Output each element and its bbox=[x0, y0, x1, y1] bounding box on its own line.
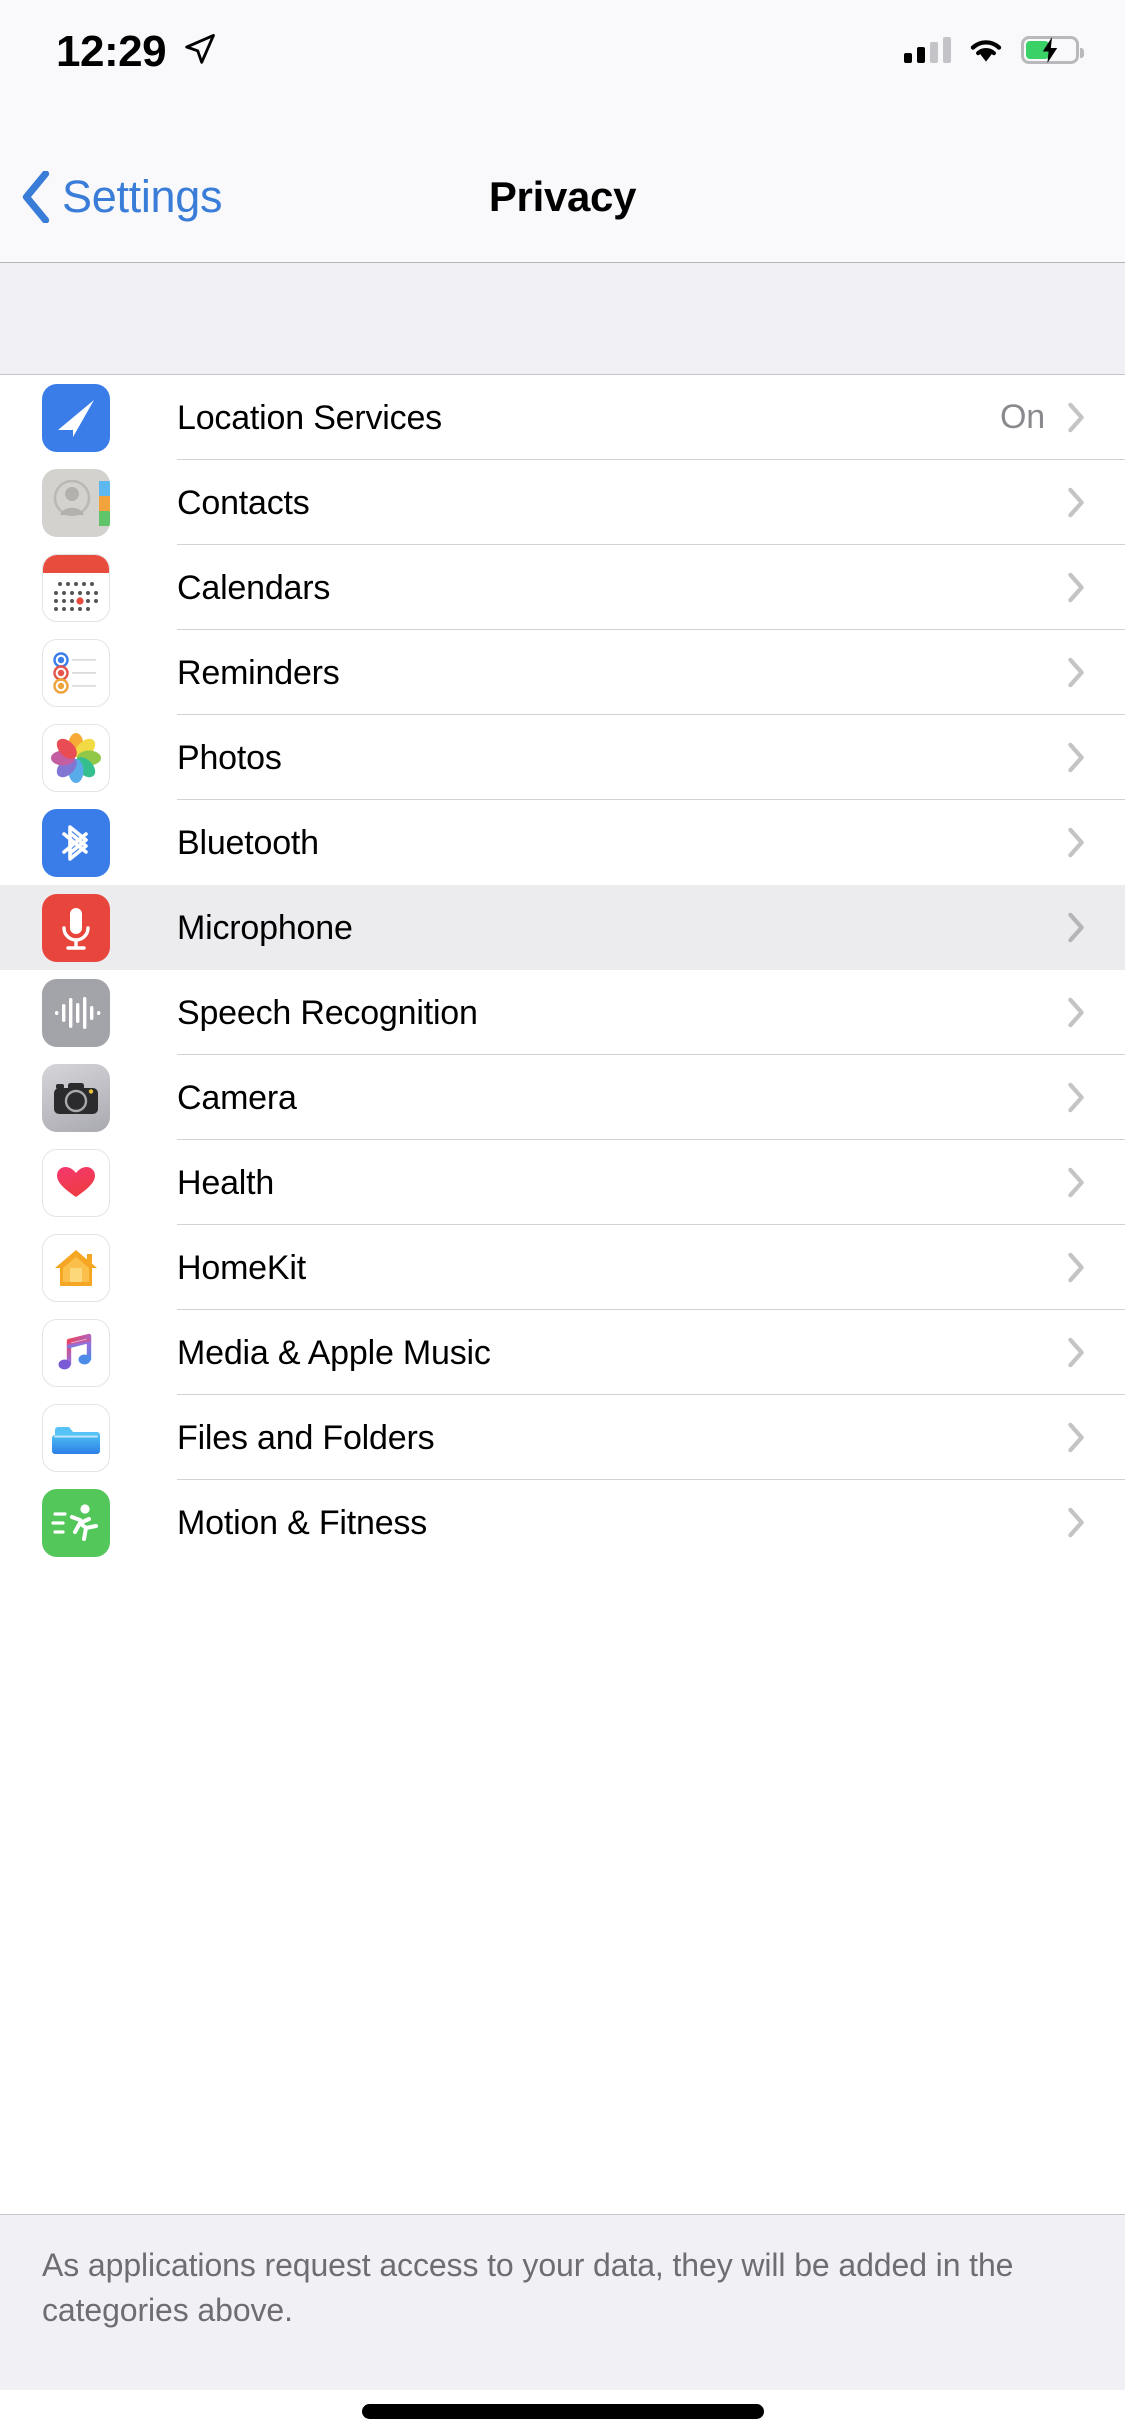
list-item-camera[interactable]: Camera bbox=[0, 1055, 1125, 1140]
list-item-accessory bbox=[1045, 1395, 1085, 1480]
list-item-value: On bbox=[1000, 398, 1045, 436]
location-arrow-icon bbox=[185, 33, 215, 64]
list-item-accessory: On bbox=[1000, 375, 1085, 460]
section-footer: As applications request access to your d… bbox=[0, 2214, 1125, 2390]
list-item-label: Location Services bbox=[177, 398, 442, 437]
chevron-right-icon bbox=[1068, 402, 1084, 433]
microphone-icon bbox=[42, 893, 110, 962]
list-item-label: Health bbox=[177, 1163, 275, 1202]
list-item-calendars[interactable]: Calendars bbox=[0, 545, 1125, 630]
chevron-right-icon bbox=[1068, 1337, 1084, 1368]
list-item-label: Contacts bbox=[177, 483, 310, 522]
contacts-icon bbox=[42, 468, 110, 537]
list-item-label: Microphone bbox=[177, 908, 353, 947]
list-item-accessory bbox=[1045, 1480, 1085, 1565]
bluetooth-icon bbox=[42, 808, 110, 877]
list-item-label: Calendars bbox=[177, 568, 331, 607]
motion-fitness-icon bbox=[42, 1488, 110, 1557]
list-item-accessory bbox=[1045, 1055, 1085, 1140]
chevron-right-icon bbox=[1068, 572, 1084, 603]
list-item-location-services[interactable]: Location Services On bbox=[0, 375, 1125, 460]
list-item-label: Photos bbox=[177, 738, 282, 777]
list-item-accessory bbox=[1045, 1310, 1085, 1395]
list-item-label: Camera bbox=[177, 1078, 297, 1117]
music-icon bbox=[42, 1318, 110, 1387]
list-item-speech-recognition[interactable]: Speech Recognition bbox=[0, 970, 1125, 1055]
list-item-accessory bbox=[1045, 800, 1085, 885]
list-item-motion-and-fitness[interactable]: Motion & Fitness bbox=[0, 1480, 1125, 1565]
list-item-accessory bbox=[1045, 715, 1085, 800]
status-bar-time: 12:29 bbox=[56, 27, 167, 76]
list-item-label: Files and Folders bbox=[177, 1418, 435, 1457]
list-item-bluetooth[interactable]: Bluetooth bbox=[0, 800, 1125, 885]
chevron-right-icon bbox=[1068, 1422, 1084, 1453]
chevron-right-icon bbox=[1068, 657, 1084, 688]
chevron-right-icon bbox=[1068, 487, 1084, 518]
list-item-label: Bluetooth bbox=[177, 823, 319, 862]
lightning-bolt-icon bbox=[1042, 37, 1058, 63]
navigation-bar: Settings Privacy bbox=[0, 132, 1125, 263]
list-item-health[interactable]: Health bbox=[0, 1140, 1125, 1225]
list-item-label: HomeKit bbox=[177, 1248, 306, 1287]
reminders-icon bbox=[42, 638, 110, 707]
location-services-icon bbox=[42, 383, 110, 452]
list-item-contacts[interactable]: Contacts bbox=[0, 460, 1125, 545]
list-item-reminders[interactable]: Reminders bbox=[0, 630, 1125, 715]
chevron-right-icon bbox=[1068, 742, 1084, 773]
list-item-accessory bbox=[1045, 630, 1085, 715]
chevron-right-icon bbox=[1068, 912, 1084, 943]
list-item-microphone[interactable]: Microphone bbox=[0, 885, 1125, 970]
wifi-icon bbox=[970, 40, 1002, 62]
list-item-accessory bbox=[1045, 545, 1085, 630]
cellular-signal-icon bbox=[904, 37, 951, 63]
list-item-label: Reminders bbox=[177, 653, 340, 692]
list-item-accessory bbox=[1045, 460, 1085, 545]
privacy-list: Location Services On Contacts Calendars … bbox=[0, 375, 1125, 1565]
iphone-screen: 12:29 Settings Privacy Location Services… bbox=[0, 0, 1125, 2436]
camera-icon bbox=[42, 1063, 110, 1132]
list-item-media-apple-music[interactable]: Media & Apple Music bbox=[0, 1310, 1125, 1395]
speech-recognition-icon bbox=[42, 978, 110, 1047]
list-item-label: Speech Recognition bbox=[177, 993, 478, 1032]
status-bar-indicators bbox=[904, 30, 1084, 70]
list-item-files-and-folders[interactable]: Files and Folders bbox=[0, 1395, 1125, 1480]
status-bar: 12:29 bbox=[0, 0, 1125, 132]
chevron-right-icon bbox=[1068, 997, 1084, 1028]
list-item-accessory bbox=[1045, 1225, 1085, 1310]
battery-charging-icon bbox=[1021, 36, 1084, 64]
photos-icon bbox=[42, 723, 110, 792]
list-item-accessory bbox=[1045, 1140, 1085, 1225]
list-item-accessory bbox=[1045, 885, 1085, 970]
chevron-right-icon bbox=[1068, 1252, 1084, 1283]
list-item-homekit[interactable]: HomeKit bbox=[0, 1225, 1125, 1310]
page-title: Privacy bbox=[488, 173, 637, 220]
calendar-icon bbox=[42, 553, 110, 622]
footer-text: As applications request access to your d… bbox=[42, 2247, 1014, 2328]
health-icon bbox=[42, 1148, 110, 1217]
files-folder-icon bbox=[42, 1403, 110, 1472]
list-item-label: Media & Apple Music bbox=[177, 1333, 491, 1372]
section-spacer-top bbox=[0, 263, 1125, 375]
chevron-right-icon bbox=[1068, 1082, 1084, 1113]
list-item-photos[interactable]: Photos bbox=[0, 715, 1125, 800]
chevron-right-icon bbox=[1068, 1507, 1084, 1538]
list-item-label: Motion & Fitness bbox=[177, 1503, 428, 1542]
chevron-right-icon bbox=[1068, 1167, 1084, 1198]
home-indicator[interactable] bbox=[361, 2404, 764, 2419]
chevron-right-icon bbox=[1068, 827, 1084, 858]
list-item-accessory bbox=[1045, 970, 1085, 1055]
homekit-icon bbox=[42, 1233, 110, 1302]
home-indicator-area bbox=[0, 2390, 1125, 2436]
